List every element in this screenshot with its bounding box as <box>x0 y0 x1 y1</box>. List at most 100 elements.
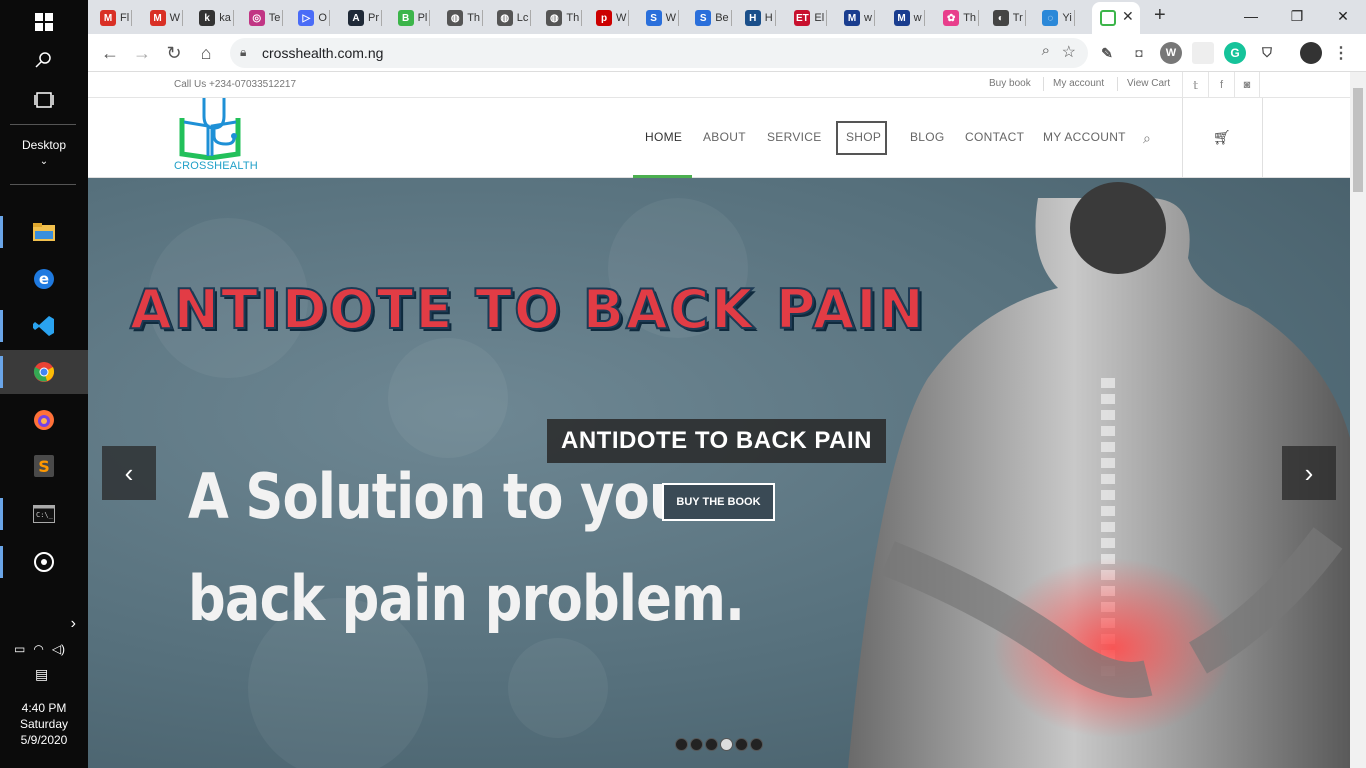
slider-prev-button[interactable]: ‹ <box>102 446 156 500</box>
chevron-right-icon[interactable]: › <box>0 602 88 646</box>
slider-dot[interactable] <box>735 738 748 751</box>
zoom-icon[interactable]: ⌕ <box>1042 42 1050 59</box>
bookmark-star-icon[interactable]: ☆ <box>1062 42 1076 62</box>
wordpress-extension-icon[interactable]: W <box>1160 42 1182 64</box>
slider-dot[interactable] <box>705 738 718 751</box>
grid-extension-icon[interactable] <box>1192 42 1214 64</box>
browser-tab[interactable]: ◍ Lc <box>496 6 532 30</box>
file-explorer-app[interactable] <box>0 210 88 254</box>
battery-icon[interactable]: ▭ <box>14 642 25 656</box>
slider-dot[interactable] <box>675 738 688 751</box>
minimize-button[interactable]: — <box>1228 0 1274 32</box>
close-icon[interactable]: ✕ <box>1122 8 1134 25</box>
browser-tab[interactable]: MW <box>149 6 183 30</box>
shield-extension-icon[interactable]: ⛉ <box>1256 42 1278 64</box>
vscode-app[interactable] <box>0 304 88 348</box>
taskbar-search-button[interactable] <box>0 38 88 82</box>
slider-dot[interactable] <box>750 738 763 751</box>
browser-tab[interactable]: ◍ Th <box>546 6 583 30</box>
cart-icon[interactable]: 🛒︎ <box>1213 129 1231 146</box>
eyedropper-extension-icon[interactable]: ✎ <box>1096 42 1118 64</box>
browser-tab[interactable]: ◎ Te <box>248 6 284 30</box>
browser-tab[interactable]: ◐ Tr <box>992 6 1026 30</box>
menu-service[interactable]: SERVICE <box>767 130 822 144</box>
browser-tab[interactable]: ET El <box>794 6 828 30</box>
search-icon[interactable]: ⌕ <box>1143 130 1151 147</box>
browser-tab[interactable]: M Fl <box>100 6 133 30</box>
slider-next-button[interactable]: › <box>1282 446 1336 500</box>
menu-blog[interactable]: BLOG <box>910 130 945 144</box>
address-bar[interactable]: 🔒︎ crosshealth.com.ng ⌕ ☆ <box>230 38 1088 68</box>
facebook-icon[interactable]: f <box>1208 72 1234 98</box>
page-scrollbar[interactable] <box>1350 72 1366 768</box>
crosshealth-logo[interactable]: CROSSHEALTH <box>174 98 264 178</box>
slider-dot[interactable] <box>690 738 703 751</box>
scrollbar-thumb[interactable] <box>1353 88 1363 192</box>
volume-icon[interactable]: ◁) <box>52 642 65 656</box>
back-button[interactable]: ← <box>96 39 124 67</box>
browser-tab[interactable]: pW <box>596 6 630 30</box>
menu-my-account[interactable]: MY ACCOUNT <box>1043 130 1126 144</box>
clock-date: 5/9/2020 <box>20 733 68 747</box>
browser-tab[interactable]: HH <box>744 6 776 30</box>
tab-favicon-icon: ◎ <box>248 10 265 26</box>
url-text[interactable]: crosshealth.com.ng <box>262 45 383 61</box>
browser-tab[interactable]: A Pr <box>348 6 382 30</box>
taskbar-clock[interactable]: 4:40 PM Saturday 5/9/2020 <box>0 700 88 748</box>
window-close-button[interactable]: ✕ <box>1320 0 1366 32</box>
browser-tab[interactable]: Mw <box>844 6 875 30</box>
wifi-icon[interactable]: ◠ <box>33 642 43 656</box>
browser-tab[interactable]: ◍ Th <box>447 6 484 30</box>
browser-tab[interactable]: ◌ Yi <box>1042 6 1075 30</box>
profile-avatar[interactable] <box>1300 42 1322 64</box>
notification-icon[interactable]: ▤ <box>35 666 48 683</box>
browser-tab[interactable]: S Be <box>695 6 732 30</box>
tab-favicon-icon: ▷ <box>298 10 315 26</box>
my-account-link[interactable]: My account <box>1053 78 1104 89</box>
chevron-down-icon[interactable]: ⌄ <box>0 156 88 167</box>
chrome-icon <box>33 362 55 382</box>
windows-logo-icon <box>35 13 53 31</box>
camera-extension-icon[interactable]: ◘ <box>1128 42 1150 64</box>
task-view-button[interactable] <box>0 78 88 122</box>
slider-dot[interactable] <box>720 738 733 751</box>
firefox-app[interactable] <box>0 398 88 442</box>
grammarly-extension-icon[interactable]: G <box>1224 42 1246 64</box>
more-menu-icon[interactable]: ⋮ <box>1330 42 1352 64</box>
instagram-icon[interactable]: ◙ <box>1234 72 1260 98</box>
new-tab-button[interactable]: + <box>1154 4 1166 27</box>
tab-active[interactable]: ✕ <box>1092 2 1140 34</box>
browser-tab[interactable]: ▷ O <box>298 6 330 30</box>
menu-home[interactable]: HOME <box>645 130 682 144</box>
edge-app[interactable]: e <box>0 257 88 301</box>
hero-tagline-line2: back pain problem. <box>188 562 745 635</box>
forward-button[interactable]: → <box>128 39 156 67</box>
twitter-icon[interactable]: 𝕥 <box>1182 72 1208 98</box>
browser-tab[interactable]: k ka <box>199 6 234 30</box>
home-button[interactable]: ⌂ <box>192 39 220 67</box>
menu-shop[interactable]: SHOP <box>846 130 881 144</box>
terminal-app[interactable]: C:\_ <box>0 492 88 536</box>
menu-about[interactable]: ABOUT <box>703 130 746 144</box>
tab-label: Th <box>566 12 580 24</box>
reload-button[interactable]: ↻ <box>160 39 188 67</box>
desktop-label[interactable]: Desktop <box>0 138 88 152</box>
buy-book-link[interactable]: Buy book <box>989 78 1031 89</box>
chrome-app[interactable] <box>0 350 88 394</box>
browser-tab[interactable]: ✿ Th <box>943 6 980 30</box>
menu-contact[interactable]: CONTACT <box>965 130 1024 144</box>
sublime-app[interactable]: S <box>0 444 88 488</box>
maximize-button[interactable]: ❐ <box>1274 0 1320 32</box>
logo-text: CROSSHEALTH <box>174 160 258 172</box>
lock-icon[interactable]: 🔒︎ <box>240 45 246 60</box>
phone-number: Call Us +234-07033512217 <box>174 79 297 90</box>
tab-favicon-icon: S <box>695 10 712 26</box>
view-cart-link[interactable]: View Cart <box>1127 78 1170 89</box>
browser-tab[interactable]: Mw <box>893 6 925 30</box>
taskbar-divider <box>10 184 76 185</box>
browser-tab[interactable]: B Pl <box>397 6 431 30</box>
media-app[interactable] <box>0 540 88 584</box>
browser-tab[interactable]: SW <box>645 6 679 30</box>
tab-label: Fl <box>120 12 130 24</box>
buy-the-book-button[interactable]: BUY THE BOOK <box>662 483 775 521</box>
